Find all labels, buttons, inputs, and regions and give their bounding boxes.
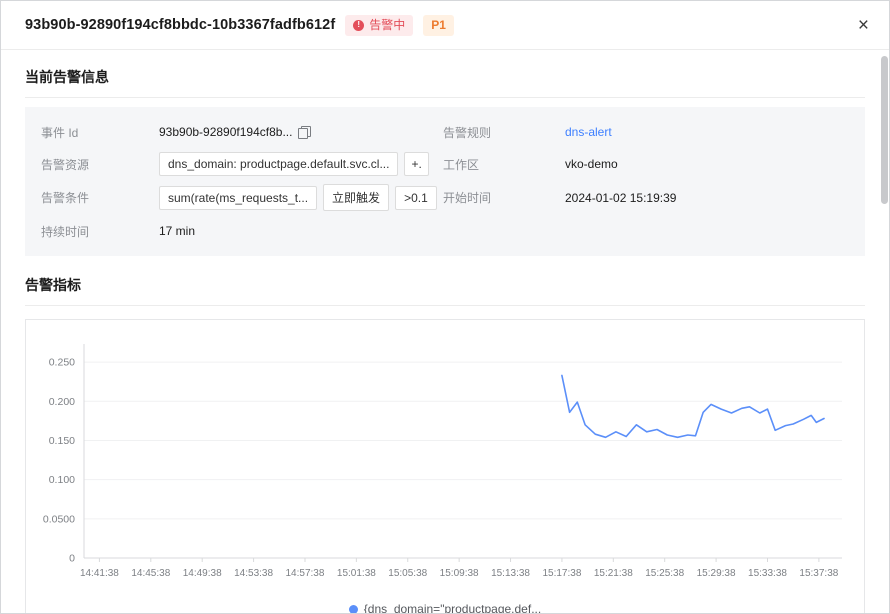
alert-condition-trigger-tag: 立即触发 (323, 184, 389, 211)
event-id-label: 事件 Id (41, 124, 159, 141)
status-badge: 告警中 (345, 15, 413, 36)
current-alert-info-panel: 事件 Id 93b90b-92890f194cf8b... 告警规则 dns-a… (25, 107, 865, 256)
start-time-label: 开始时间 (443, 189, 565, 206)
status-badge-label: 告警中 (369, 19, 405, 31)
event-id-text: 93b90b-92890f194cf8b... (159, 125, 292, 139)
svg-text:0: 0 (69, 553, 75, 565)
section-title-current-alert: 当前告警信息 (25, 67, 865, 98)
svg-text:0.200: 0.200 (49, 396, 75, 408)
svg-text:15:33:38: 15:33:38 (748, 568, 787, 579)
svg-text:14:41:38: 14:41:38 (80, 568, 119, 579)
svg-text:14:57:38: 14:57:38 (286, 568, 325, 579)
section-title-metrics: 告警指标 (25, 275, 865, 306)
svg-text:0.150: 0.150 (49, 435, 75, 447)
legend-dot-icon (349, 605, 358, 614)
alert-rule-link[interactable]: dns-alert (565, 125, 612, 139)
alert-condition-label: 告警条件 (41, 189, 159, 206)
svg-text:0.0500: 0.0500 (43, 513, 75, 525)
page-title: 93b90b-92890f194cf8bbdc-10b3367fadfb612f (25, 17, 335, 33)
svg-text:0.250: 0.250 (49, 357, 75, 369)
alert-rule-label: 告警规则 (443, 124, 565, 141)
copy-icon[interactable] (298, 126, 311, 139)
svg-text:15:01:38: 15:01:38 (337, 568, 376, 579)
svg-text:15:13:38: 15:13:38 (491, 568, 530, 579)
alert-condition-value: sum(rate(ms_requests_t... 立即触发 >0.1 (159, 184, 443, 211)
svg-text:0.100: 0.100 (49, 474, 75, 486)
chart-legend[interactable]: {dns_domain="productpage.def... (28, 600, 862, 614)
dialog-body: 当前告警信息 事件 Id 93b90b-92890f194cf8b... 告警规… (1, 50, 889, 614)
alert-resource-label: 告警资源 (41, 156, 159, 173)
alert-resource-value: dns_domain: productpage.default.svc.cl..… (159, 152, 443, 176)
svg-text:14:45:38: 14:45:38 (131, 568, 170, 579)
alert-status-icon (353, 20, 364, 31)
duration-label: 持续时间 (41, 223, 159, 240)
alert-resource-more-button[interactable]: +. (404, 152, 428, 176)
alert-metric-chart-panel: 0 0.0500 0.100 0.150 0.200 0.250 14:41:38 14:45… (25, 319, 865, 614)
svg-text:15:37:38: 15:37:38 (799, 568, 838, 579)
alert-condition-threshold-tag: >0.1 (395, 186, 437, 210)
alert-metric-chart: 0 0.0500 0.100 0.150 0.200 0.250 14:41:38 14:45… (28, 332, 864, 600)
svg-text:14:49:38: 14:49:38 (183, 568, 222, 579)
svg-text:15:25:38: 15:25:38 (645, 568, 684, 579)
alert-resource-tag: dns_domain: productpage.default.svc.cl..… (159, 152, 398, 176)
close-icon[interactable]: × (854, 14, 873, 37)
svg-text:15:05:38: 15:05:38 (388, 568, 427, 579)
start-time-value: 2024-01-02 15:19:39 (565, 186, 849, 210)
svg-text:15:29:38: 15:29:38 (697, 568, 736, 579)
svg-text:15:21:38: 15:21:38 (594, 568, 633, 579)
svg-text:14:53:38: 14:53:38 (234, 568, 273, 579)
legend-label: {dns_domain="productpage.def... (364, 602, 541, 614)
workspace-value: vko-demo (565, 152, 849, 176)
alert-detail-dialog: 93b90b-92890f194cf8bbdc-10b3367fadfb612f… (0, 0, 890, 614)
scrollbar[interactable] (881, 56, 888, 204)
priority-badge: P1 (423, 15, 454, 36)
duration-value: 17 min (159, 219, 443, 243)
svg-text:15:17:38: 15:17:38 (542, 568, 581, 579)
workspace-label: 工作区 (443, 156, 565, 173)
dialog-header: 93b90b-92890f194cf8bbdc-10b3367fadfb612f… (1, 1, 889, 50)
event-id-value: 93b90b-92890f194cf8b... (159, 120, 443, 144)
svg-text:15:09:38: 15:09:38 (440, 568, 479, 579)
alert-condition-expr-tag: sum(rate(ms_requests_t... (159, 186, 317, 210)
